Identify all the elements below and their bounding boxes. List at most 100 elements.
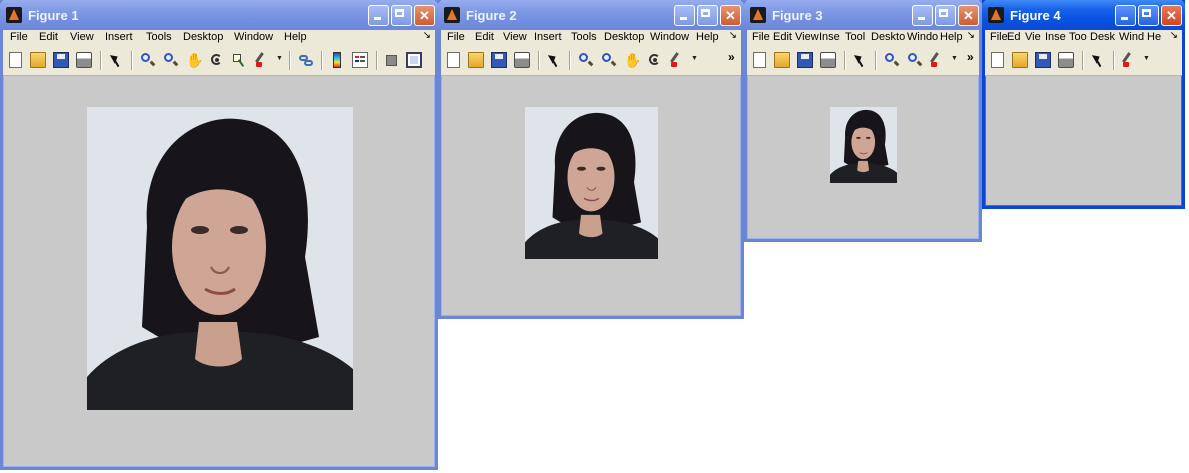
close-button[interactable]: ✕	[958, 4, 979, 26]
menu-window[interactable]: Window	[650, 31, 689, 43]
figure-4-titlebar[interactable]: Figure 4 ✕	[982, 0, 1185, 30]
menu-insert[interactable]: Inse	[819, 31, 840, 43]
menu-dock-icon[interactable]: ↘	[967, 30, 975, 41]
menu-edit[interactable]: Edit	[39, 31, 58, 43]
insert-legend-icon[interactable]	[352, 52, 368, 68]
menu-desktop[interactable]: Desktop	[183, 31, 223, 43]
zoom-out-icon[interactable]	[907, 52, 923, 68]
zoom-in-icon[interactable]	[578, 52, 594, 68]
figure-2-titlebar[interactable]: Figure 2 ✕	[438, 0, 744, 30]
link-plot-icon[interactable]	[298, 52, 314, 68]
close-button[interactable]: ✕	[414, 4, 435, 26]
rotate-3d-icon[interactable]	[647, 52, 663, 68]
menu-view[interactable]: View	[70, 31, 94, 43]
edit-plot-arrow-icon[interactable]	[1091, 52, 1107, 68]
minimize-button[interactable]	[1115, 4, 1136, 26]
toolbar-overflow-chevron[interactable]: »	[728, 50, 735, 64]
maximize-button[interactable]	[391, 4, 412, 26]
save-icon[interactable]	[491, 52, 507, 68]
brush-icon[interactable]	[255, 52, 271, 68]
save-icon[interactable]	[1035, 52, 1051, 68]
maximize-button[interactable]	[935, 4, 956, 26]
edit-plot-arrow-icon[interactable]	[109, 52, 125, 68]
print-icon[interactable]	[1058, 52, 1074, 68]
menu-file[interactable]: File	[752, 31, 770, 43]
maximize-button[interactable]	[697, 4, 718, 26]
menu-help[interactable]: He	[1147, 31, 1161, 43]
brush-icon[interactable]	[1122, 52, 1138, 68]
menu-dock-icon[interactable]: ↘	[1170, 30, 1178, 41]
hide-plot-tools-icon[interactable]	[386, 55, 397, 66]
brush-dropdown-icon[interactable]: ▼	[951, 55, 958, 62]
edit-plot-arrow-icon[interactable]	[853, 52, 869, 68]
data-cursor-icon[interactable]	[232, 52, 248, 68]
menu-help[interactable]: Help	[940, 31, 963, 43]
menu-tools[interactable]: Tools	[571, 31, 597, 43]
zoom-out-icon[interactable]	[601, 52, 617, 68]
zoom-in-icon[interactable]	[884, 52, 900, 68]
menu-insert[interactable]: Inse	[1045, 31, 1066, 43]
menu-view[interactable]: Vie	[1025, 31, 1041, 43]
menu-edit[interactable]: Ed	[1007, 31, 1020, 43]
rotate-3d-icon[interactable]	[209, 52, 225, 68]
new-figure-icon[interactable]	[447, 52, 460, 68]
menu-edit[interactable]: Edit	[773, 31, 792, 43]
menu-file[interactable]: File	[447, 31, 465, 43]
new-figure-icon[interactable]	[991, 52, 1004, 68]
pan-hand-icon[interactable]: ✋	[624, 52, 641, 68]
print-icon[interactable]	[76, 52, 92, 68]
figure-1-titlebar[interactable]: Figure 1 ✕	[0, 0, 438, 30]
menu-edit[interactable]: Edit	[475, 31, 494, 43]
menu-desktop[interactable]: Desktop	[604, 31, 644, 43]
brush-dropdown-icon[interactable]: ▼	[276, 55, 283, 62]
open-file-icon[interactable]	[1012, 52, 1028, 68]
menu-window[interactable]: Window	[234, 31, 273, 43]
figure-2-window[interactable]: Figure 2 ✕ File Edit View Insert Tools D…	[438, 0, 744, 319]
menu-help[interactable]: Help	[284, 31, 307, 43]
close-button[interactable]: ✕	[1161, 4, 1182, 26]
brush-icon[interactable]	[930, 52, 946, 68]
open-file-icon[interactable]	[774, 52, 790, 68]
menu-tools[interactable]: Too	[1069, 31, 1087, 43]
maximize-button[interactable]	[1138, 4, 1159, 26]
new-figure-icon[interactable]	[9, 52, 22, 68]
menu-view[interactable]: View	[503, 31, 527, 43]
brush-dropdown-icon[interactable]: ▼	[1143, 55, 1150, 62]
print-icon[interactable]	[820, 52, 836, 68]
minimize-button[interactable]	[912, 4, 933, 26]
show-plot-tools-icon[interactable]	[406, 52, 422, 68]
menu-window[interactable]: Windo	[907, 31, 938, 43]
figure-1-window[interactable]: Figure 1 ✕ File Edit View Insert Tools D…	[0, 0, 438, 470]
menu-file[interactable]: File	[10, 31, 28, 43]
brush-icon[interactable]	[670, 52, 686, 68]
zoom-out-icon[interactable]	[163, 52, 179, 68]
edit-plot-arrow-icon[interactable]	[547, 52, 563, 68]
open-file-icon[interactable]	[30, 52, 46, 68]
menu-dock-icon[interactable]: ↘	[729, 30, 737, 41]
new-figure-icon[interactable]	[753, 52, 766, 68]
pan-hand-icon[interactable]: ✋	[186, 52, 203, 68]
zoom-in-icon[interactable]	[140, 52, 156, 68]
menu-insert[interactable]: Insert	[534, 31, 562, 43]
menu-desktop[interactable]: Deskto	[871, 31, 905, 43]
close-button[interactable]: ✕	[720, 4, 741, 26]
minimize-button[interactable]	[674, 4, 695, 26]
menu-window[interactable]: Wind	[1119, 31, 1144, 43]
brush-dropdown-icon[interactable]: ▼	[691, 55, 698, 62]
menu-dock-icon[interactable]: ↘	[423, 30, 431, 41]
menu-file[interactable]: File	[990, 31, 1008, 43]
menu-tools[interactable]: Tools	[146, 31, 172, 43]
menu-insert[interactable]: Insert	[105, 31, 133, 43]
insert-colorbar-icon[interactable]	[333, 52, 341, 68]
menu-tools[interactable]: Tool	[845, 31, 865, 43]
save-icon[interactable]	[53, 52, 69, 68]
figure-4-window[interactable]: Figure 4 ✕ File Ed Vie Inse Too Desk Win…	[982, 0, 1185, 209]
figure-3-window[interactable]: Figure 3 ✕ File Edit View Inse Tool Desk…	[744, 0, 982, 242]
menu-desktop[interactable]: Desk	[1090, 31, 1115, 43]
toolbar-overflow-chevron[interactable]: »	[967, 50, 974, 64]
figure-3-titlebar[interactable]: Figure 3 ✕	[744, 0, 982, 30]
minimize-button[interactable]	[368, 4, 389, 26]
menu-help[interactable]: Help	[696, 31, 719, 43]
print-icon[interactable]	[514, 52, 530, 68]
save-icon[interactable]	[797, 52, 813, 68]
